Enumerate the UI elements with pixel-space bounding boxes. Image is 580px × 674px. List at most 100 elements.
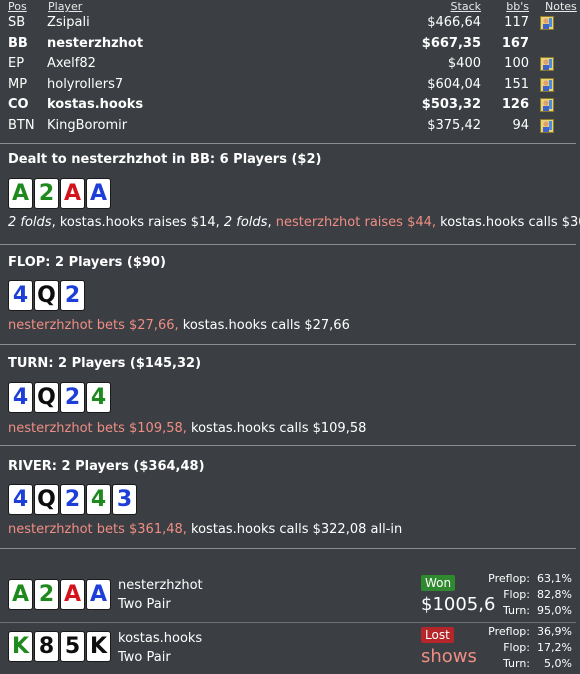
won-badge: Won [421,575,456,591]
action-text: kostas.hooks calls $322,08 all-in [186,522,403,537]
header-player[interactable]: Player [48,0,82,13]
hero-action: nesterzhzhot bets $109,58, [8,421,187,436]
winner-cards: A2AA [8,579,111,610]
playing-card: K [8,631,33,662]
equity-value: 82,8% [537,588,572,601]
player-bbs: 100 [504,56,529,71]
player-position: SB [8,15,26,30]
winner-name[interactable]: nesterzhzhot [118,578,203,593]
header-notes[interactable]: Notes [545,0,577,13]
action-text: kostas.hooks calls $30 [436,215,580,230]
equity-label: Flop: [503,641,530,654]
playing-card: 5 [60,631,85,662]
playing-card: Q [34,280,59,311]
playing-card: 8 [34,631,59,662]
loser-hand: Two Pair [118,650,171,665]
action-text: , kostas.hooks raises $14, [51,215,224,230]
playing-card: 4 [86,484,111,515]
playing-card: Q [34,484,59,515]
equity-label: Turn: [502,604,530,617]
player-name: holyrollers7 [47,76,124,92]
player-bbs: 126 [501,97,529,112]
flop-cards: 4Q2 [8,280,85,311]
won-amount: $1005,6 [421,594,496,615]
playing-card: A [60,178,85,209]
action-text: kostas.hooks calls $109,58 [186,421,367,436]
playing-card: Q [34,382,59,413]
player-stack: $503,32 [421,97,481,112]
player-name: KingBoromir [47,117,128,133]
action-text: 2 folds [8,215,52,230]
flop-title: FLOP: 2 Players ($90) [8,255,166,270]
playing-card: 2 [60,484,85,515]
hero-hole-cards: A2AA [8,178,111,209]
player-name: Axelf82 [47,56,96,71]
winner-hand: Two Pair [118,597,171,612]
playing-card: A [86,178,111,209]
note-icon[interactable] [540,57,554,71]
action-text: 2 folds [223,215,268,230]
player-bbs: 94 [512,117,529,133]
shows-label: shows [421,646,477,667]
player-position: MP [8,76,28,92]
divider [0,622,576,623]
note-icon[interactable] [540,118,554,133]
player-name: kostas.hooks [47,97,144,112]
playing-card: K [86,631,111,662]
player-position: CO [8,97,29,112]
player-row[interactable]: BTN KingBoromir $375,42 94 [0,116,580,136]
preflop-actions: 2 folds, kostas.hooks raises $14, 2 fold… [8,215,580,230]
equity-value: 36,9% [537,625,572,638]
playing-card: 3 [112,484,137,515]
equity-label: Flop: [503,588,530,601]
action-text: kostas.hooks calls $27,66 [178,318,350,333]
playing-card: 4 [86,382,111,413]
note-icon[interactable] [540,98,554,112]
player-bbs: 151 [504,76,529,92]
header-pos[interactable]: Pos [8,0,27,13]
player-position: BTN [8,117,35,133]
turn-title: TURN: 2 Players ($145,32) [8,356,202,371]
playing-card: 4 [8,280,33,311]
loser-name[interactable]: kostas.hooks [118,631,202,646]
equity-value: 5,0% [544,657,572,670]
divider [0,548,576,549]
playing-card: A [86,579,111,610]
lost-badge: Lost [421,627,454,643]
player-position: BB [8,35,28,51]
note-icon[interactable] [540,77,554,92]
turn-actions: nesterzhzhot bets $109,58, kostas.hooks … [8,421,366,436]
river-title: RIVER: 2 Players ($364,48) [8,459,205,474]
player-row[interactable]: CO kostas.hooks $503,32 126 [0,95,580,115]
action-text: , [267,215,276,230]
playing-card: A [8,178,33,209]
player-stack: $466,64 [427,15,481,30]
player-row[interactable]: EP Axelf82 $400 100 [0,54,580,74]
playing-card: 2 [34,579,59,610]
header-bbs[interactable]: bb's [506,0,529,13]
equity-label: Preflop: [488,625,530,638]
playing-card: A [8,579,33,610]
player-row[interactable]: SB Zsipali $466,64 117 [0,13,580,33]
playing-card: 2 [60,280,85,311]
equity-value: 17,2% [537,641,572,654]
player-row[interactable]: BB nesterzhzhot $667,35 167 [0,34,580,54]
playing-card: 4 [8,484,33,515]
player-stack: $375,42 [427,117,481,133]
player-stack: $667,35 [421,35,481,51]
equity-label: Preflop: [488,572,530,585]
player-name: Zsipali [47,15,90,30]
note-icon[interactable] [540,16,554,30]
equity-value: 63,1% [537,572,572,585]
player-row[interactable]: MP holyrollers7 $604,04 151 [0,75,580,95]
loser-cards: K85K [8,631,111,662]
hero-action: nesterzhzhot bets $361,48, [8,522,187,537]
player-position: EP [8,56,25,71]
hero-action: nesterzhzhot bets $27,66, [8,318,179,333]
player-stack: $400 [447,56,481,71]
divider [0,344,576,345]
hero-action: nesterzhzhot raises $44, [275,215,437,230]
header-stack[interactable]: Stack [451,0,481,13]
divider [0,244,576,245]
equity-value: 95,0% [537,604,572,617]
